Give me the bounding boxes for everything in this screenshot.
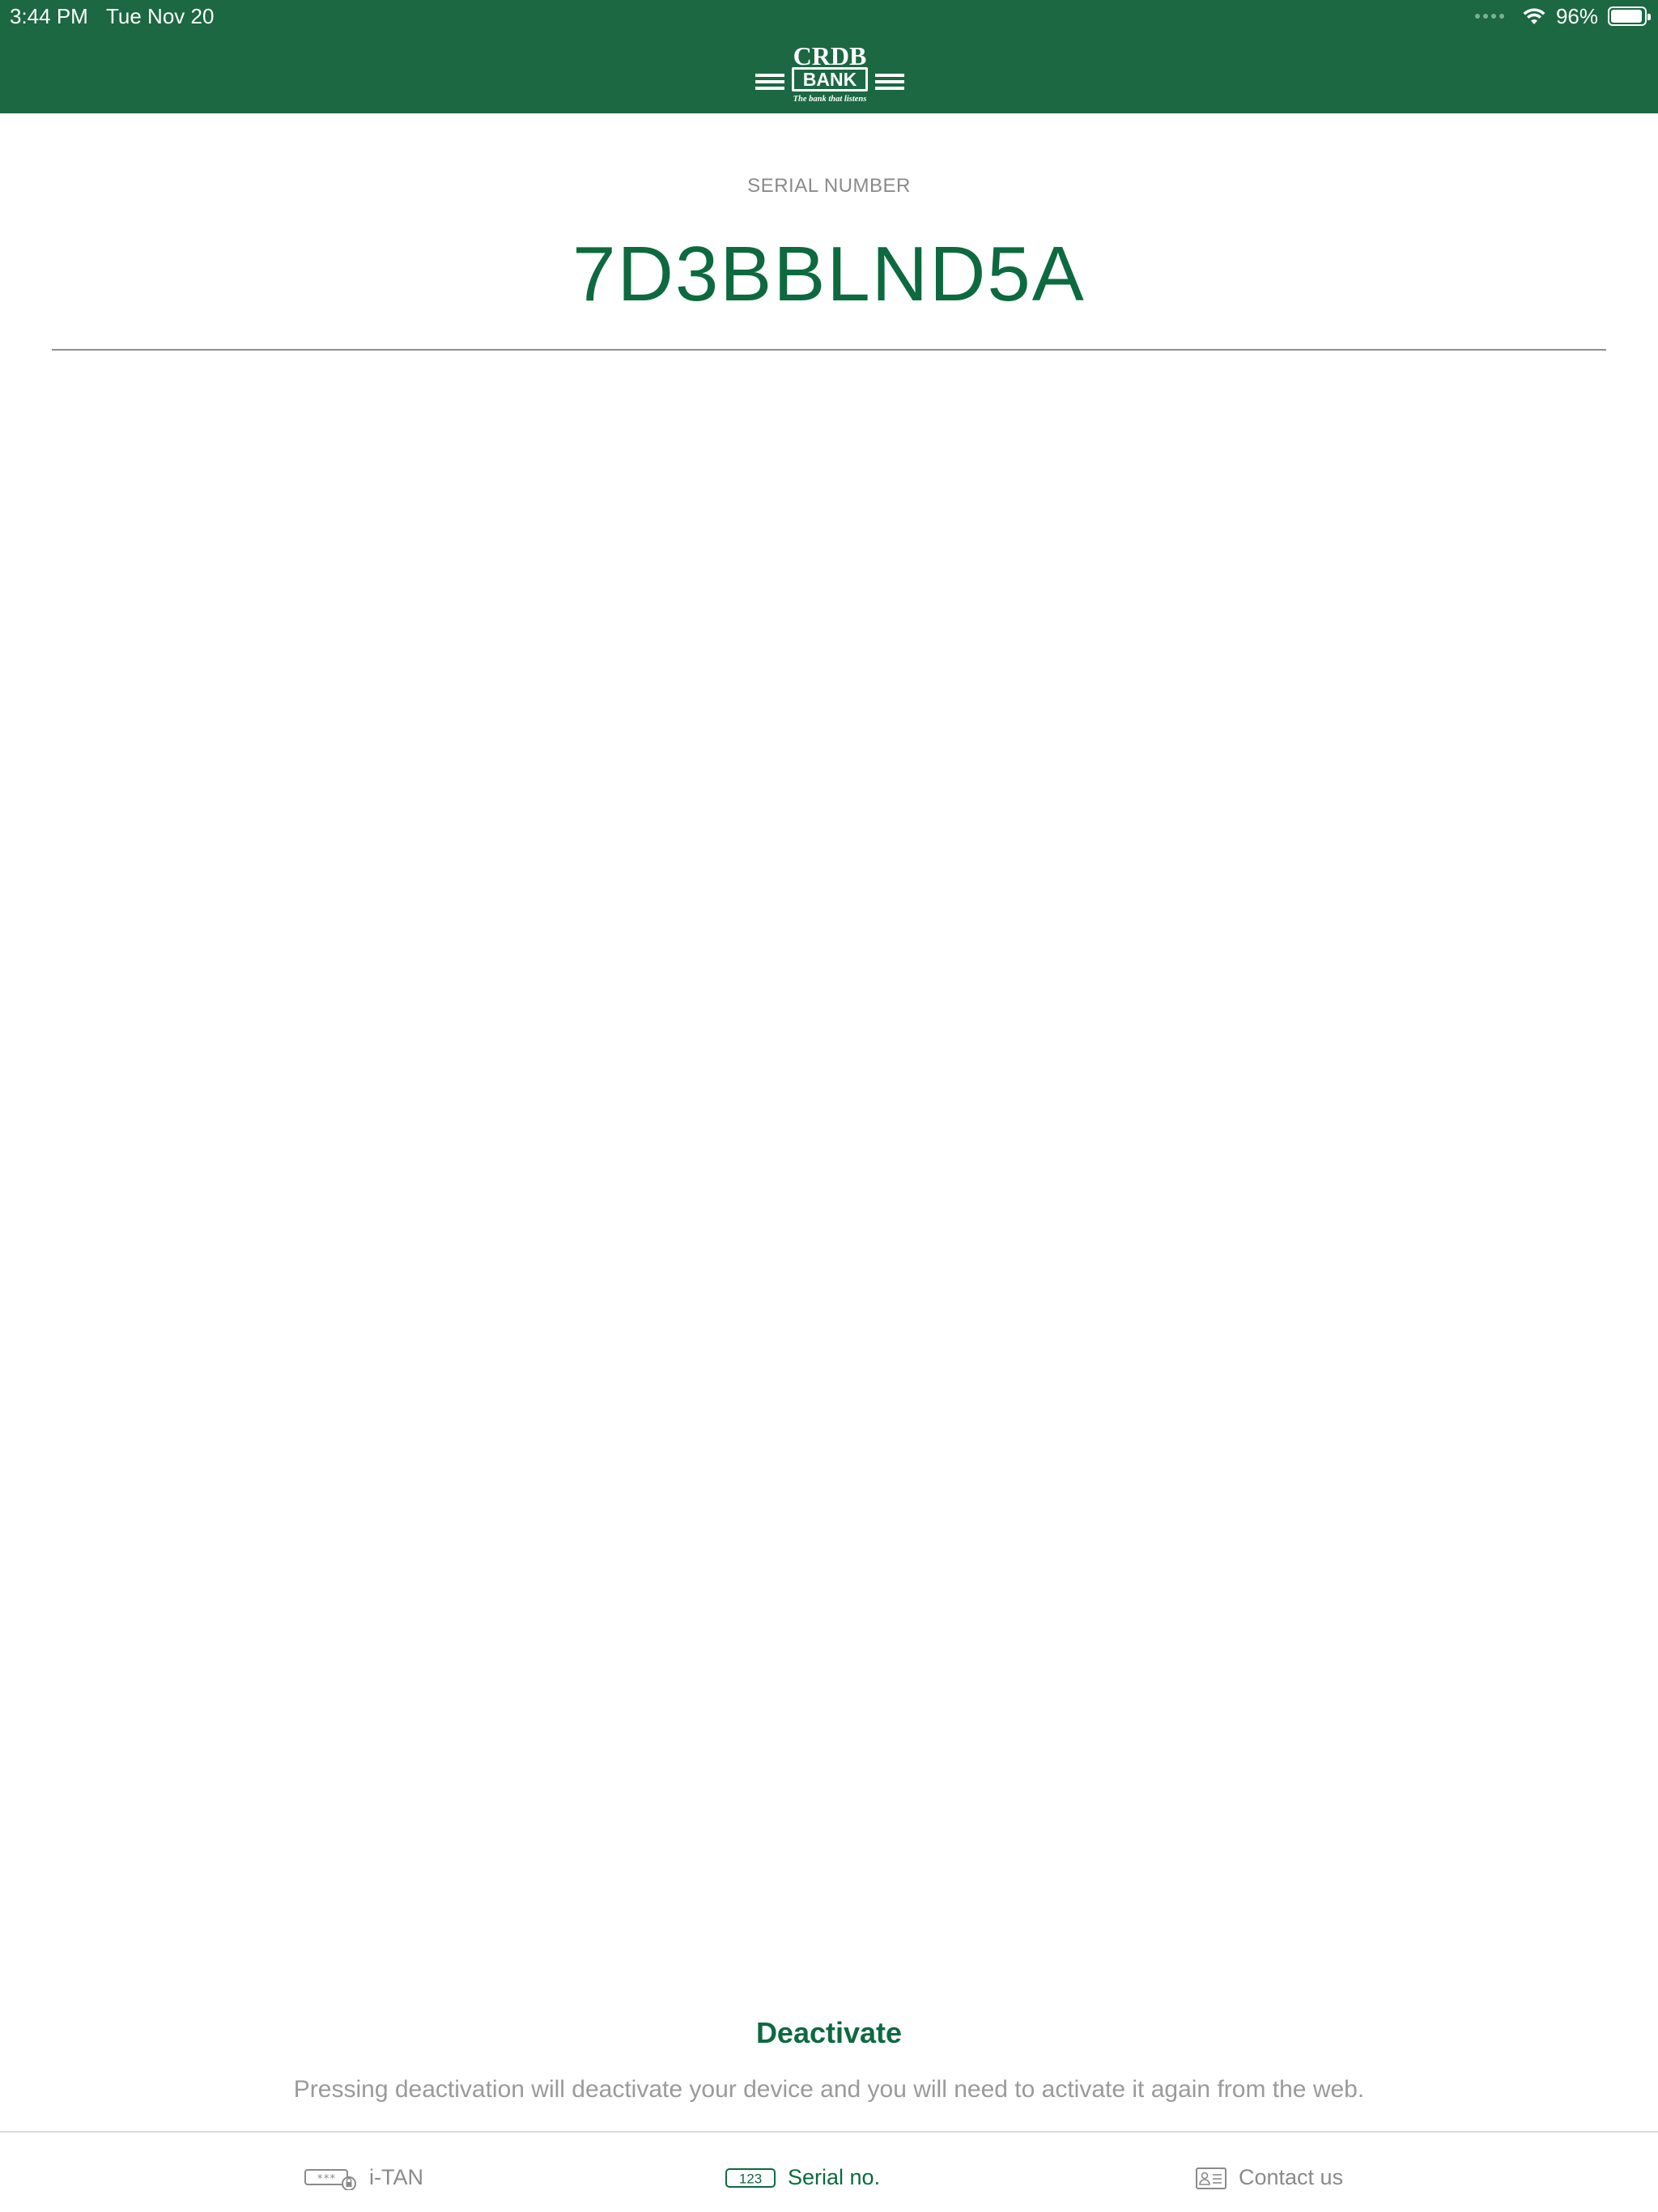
divider [52,349,1606,351]
svg-text:***: *** [317,2173,335,2185]
contact-card-icon [1196,2167,1226,2189]
serial-number-value: 7D3BBLND5A [572,231,1086,317]
battery-icon [1608,6,1651,26]
svg-text:123: 123 [739,2171,762,2186]
status-date: Tue Nov 20 [106,4,215,28]
tab-itan[interactable]: *** i-TAN [304,2165,423,2190]
battery-percentage: 96% [1555,3,1598,28]
tab-serial-number[interactable]: 123 Serial no. [725,2165,880,2190]
tab-bar: *** i-TAN 123 Serial no. Contact us [0,2131,1658,2212]
deactivate-button[interactable]: Deactivate [0,2016,1658,2050]
serial-number-label: SERIAL NUMBER [747,175,911,197]
svg-text:The bank that listens: The bank that listens [793,95,867,104]
itan-icon: *** [304,2168,356,2190]
svg-text:BANK: BANK [803,69,857,90]
svg-text:CRDB: CRDB [793,41,867,70]
header-bar: 3:44 PM Tue Nov 20 96% CRDB BANK The ban… [0,0,1658,113]
crdb-bank-logo: CRDB BANK The bank that listens [755,41,904,104]
cellular-signal-icon [1474,14,1504,19]
status-time: 3:44 PM [10,4,88,28]
deactivate-note: Pressing deactivation will deactivate yo… [293,2076,1365,2103]
tab-contact-us[interactable]: Contact us [1195,2165,1343,2190]
tab-itan-label: i-TAN [369,2165,423,2189]
wifi-icon [1523,8,1545,24]
tab-contact-us-label: Contact us [1239,2165,1344,2189]
app-screen: 3:44 PM Tue Nov 20 96% CRDB BANK The ban… [0,0,1658,2212]
serial-number-icon: 123 [725,2167,776,2188]
tab-serial-number-label: Serial no. [788,2165,881,2189]
status-indicators: 96% [1474,3,1651,29]
